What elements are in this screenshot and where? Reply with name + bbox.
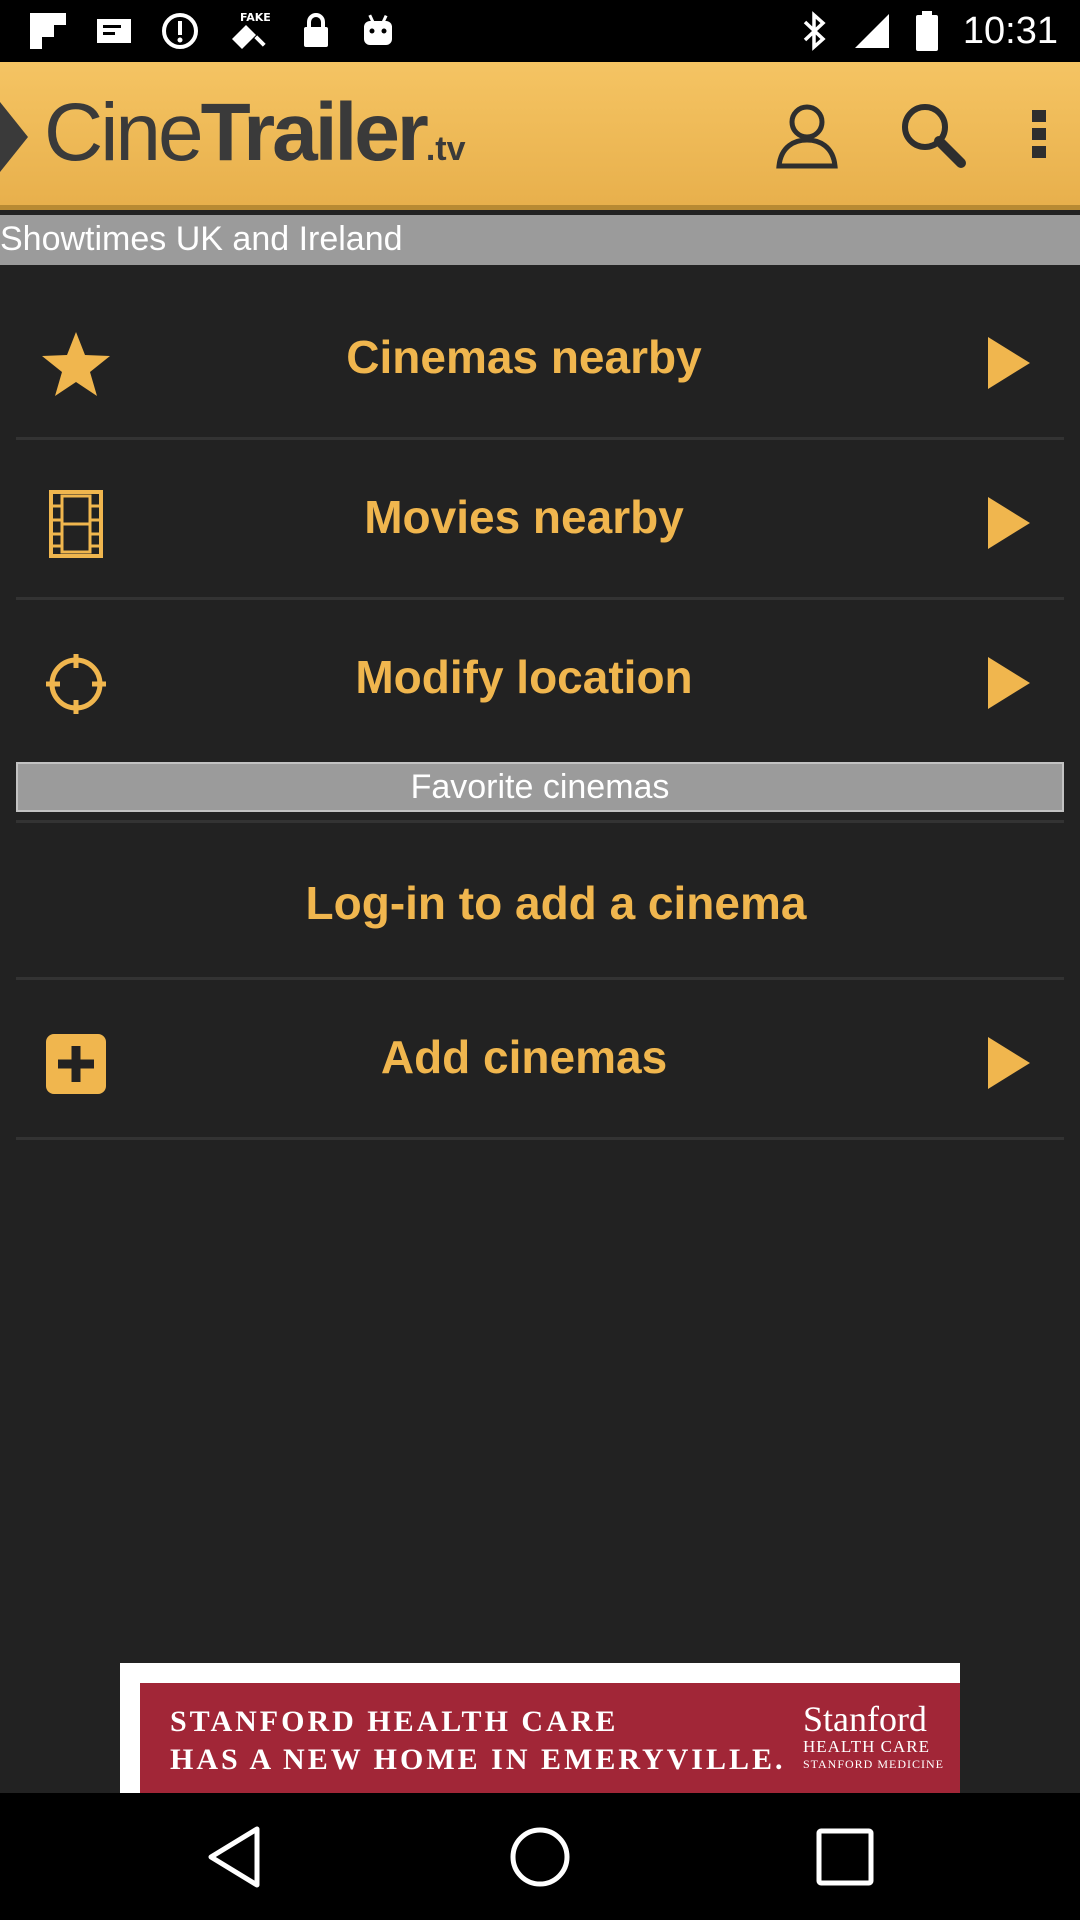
- ad-logo-line-2: HEALTH CARE: [802, 1737, 930, 1756]
- login-prompt-label: Log-in to add a cinema: [305, 877, 807, 929]
- section-header-title: Favorite cinemas: [410, 768, 670, 806]
- profile-icon[interactable]: [775, 100, 839, 170]
- chevron-right-icon: [988, 497, 1030, 549]
- search-icon[interactable]: [898, 100, 968, 170]
- section-header-title: Showtimes UK and Ireland: [0, 220, 403, 258]
- data-saver-icon: [162, 13, 198, 49]
- svg-text:FAKE: FAKE: [240, 11, 271, 24]
- status-time: 10:31: [962, 9, 1058, 52]
- status-bar: FAKE 10:31: [0, 0, 1080, 62]
- drawer-arrow-icon[interactable]: [0, 102, 30, 172]
- ad-banner[interactable]: STANFORD HEALTH CARE HAS A NEW HOME IN E…: [120, 1663, 960, 1793]
- app-bar: CineTrailer.tv: [0, 62, 1080, 210]
- message-icon: [97, 19, 131, 43]
- ad-text: STANFORD HEALTH CARE HAS A NEW HOME IN E…: [170, 1703, 786, 1779]
- menu-item-label: Movies nearby: [364, 491, 684, 543]
- home-icon[interactable]: [506, 1823, 574, 1891]
- chevron-right-icon: [988, 657, 1030, 709]
- overflow-menu-icon[interactable]: [1024, 100, 1054, 170]
- login-to-add-cinema[interactable]: Log-in to add a cinema: [0, 820, 1080, 980]
- android-icon: [364, 14, 392, 45]
- menu-item-modify-location[interactable]: Modify location: [0, 600, 1080, 760]
- logo-tv: .tv: [425, 130, 466, 168]
- menu-item-label: Modify location: [355, 651, 693, 703]
- chevron-right-icon: [988, 337, 1030, 389]
- system-nav-bar: [0, 1793, 1080, 1920]
- system-icons: 10:31: [801, 0, 1058, 62]
- flipboard-icon: [30, 13, 66, 49]
- section-header-favorites: Favorite cinemas: [16, 762, 1064, 812]
- stanford-logo: Stanford HEALTH CARE STANFORD MEDICINE: [803, 1701, 944, 1772]
- cinetrailer-logo: CineTrailer.tv: [44, 92, 466, 174]
- menu-item-label: Cinemas nearby: [346, 331, 702, 383]
- bluetooth-icon: [803, 11, 826, 51]
- fake-gps-icon: FAKE: [232, 11, 271, 49]
- chevron-right-icon: [988, 1037, 1030, 1089]
- logo-cine: Cine: [44, 87, 204, 178]
- menu-item-cinemas-nearby[interactable]: Cinemas nearby: [0, 280, 1080, 440]
- divider: [16, 1137, 1064, 1140]
- notification-icons: FAKE: [28, 10, 398, 52]
- menu-item-movies-nearby[interactable]: Movies nearby: [0, 440, 1080, 600]
- menu-item-label: Add cinemas: [380, 1031, 668, 1083]
- menu-item-add-cinemas[interactable]: Add cinemas: [0, 980, 1080, 1140]
- recents-icon[interactable]: [813, 1823, 877, 1891]
- section-header-showtimes: Showtimes UK and Ireland: [0, 215, 1080, 265]
- ad-line-2: HAS A NEW HOME IN EMERYVILLE.: [170, 1743, 786, 1776]
- lock-icon: [304, 13, 328, 47]
- divider: [16, 820, 1064, 823]
- signal-icon: [854, 14, 889, 48]
- ad-content[interactable]: STANFORD HEALTH CARE HAS A NEW HOME IN E…: [140, 1683, 960, 1793]
- ad-logo-line-3: STANFORD MEDICINE: [802, 1757, 944, 1771]
- logo-trailer: Trailer: [200, 87, 429, 178]
- ad-line-1: STANFORD HEALTH CARE: [170, 1705, 619, 1738]
- battery-icon: [915, 11, 938, 51]
- back-icon[interactable]: [203, 1823, 267, 1891]
- ad-logo-line-1: Stanford: [802, 1699, 927, 1739]
